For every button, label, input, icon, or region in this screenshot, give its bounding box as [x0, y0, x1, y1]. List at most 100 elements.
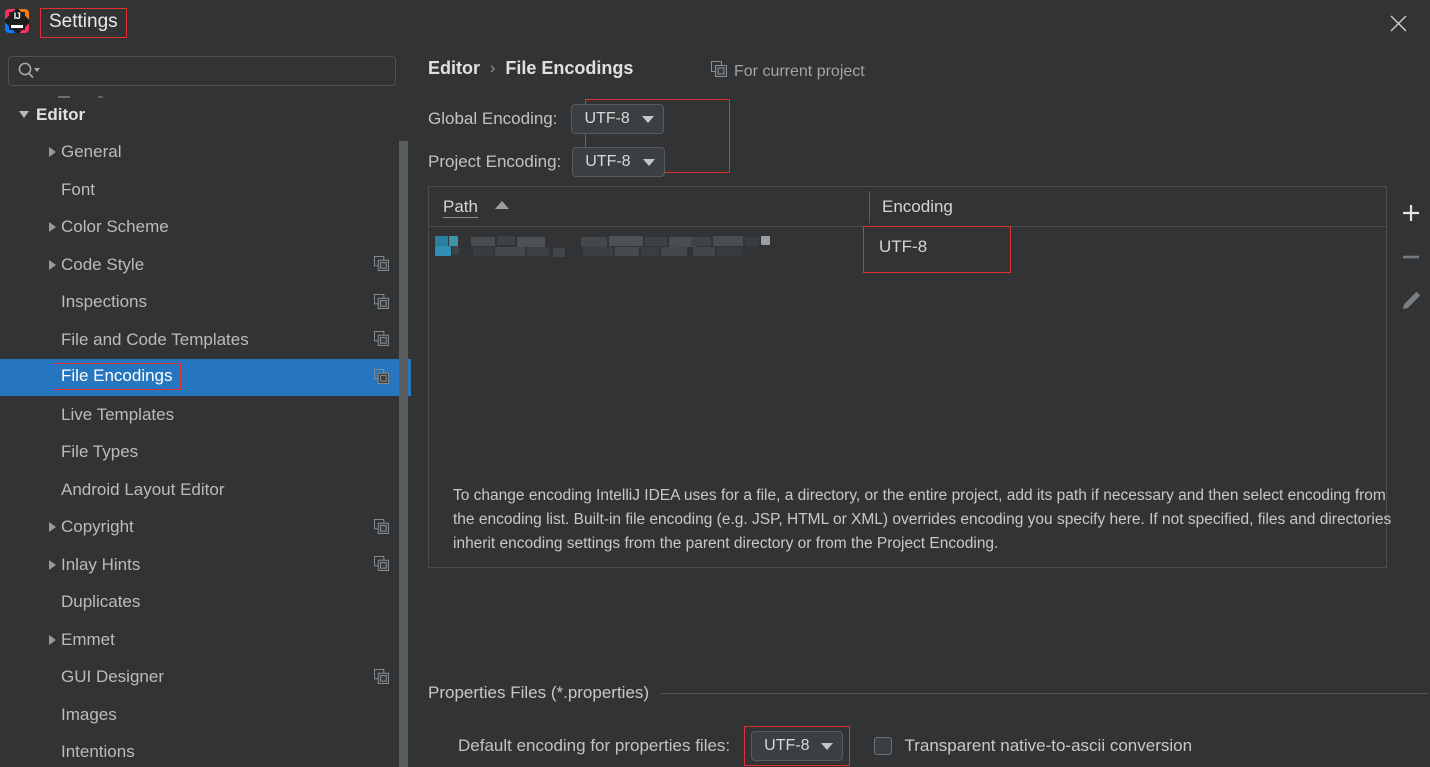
- sidebar-item-file-encodings[interactable]: File Encodings: [0, 358, 411, 396]
- chevron-right-icon[interactable]: [42, 559, 62, 570]
- sidebar-item-editor[interactable]: Editor: [0, 96, 411, 134]
- sidebar-item-gui-designer[interactable]: GUI Designer: [0, 659, 411, 697]
- table-toolbar: [1392, 186, 1430, 346]
- global-encoding-label: Global Encoding:: [428, 109, 558, 128]
- project-encoding-value: UTF-8: [585, 153, 631, 170]
- sidebar-item-label: Intentions: [61, 742, 135, 762]
- sidebar-item-color-scheme[interactable]: Color Scheme: [0, 209, 411, 247]
- chevron-down-icon: [642, 158, 655, 166]
- chevron-down-icon: [641, 115, 654, 123]
- title-bar: IJ Settings: [0, 0, 1430, 46]
- sidebar-item-file-types[interactable]: File Types: [0, 434, 411, 472]
- sidebar-item-label: Images: [61, 704, 117, 724]
- sidebar-item-android-layout-editor[interactable]: Android Layout Editor: [0, 471, 411, 509]
- project-scope-icon: [374, 368, 389, 389]
- settings-tree: Editor General Font Color Scheme Code Style I…: [0, 96, 411, 767]
- edit-path-button[interactable]: [1398, 288, 1424, 314]
- sidebar-item-label: Live Templates: [61, 404, 175, 424]
- breadcrumb-current: File Encodings: [505, 58, 634, 78]
- project-scope-icon: [711, 61, 727, 82]
- properties-section-title: Properties Files (*.properties): [428, 683, 650, 702]
- project-encoding-row: Project Encoding: UTF-8: [428, 147, 665, 177]
- path-cell-redacted: [435, 234, 785, 258]
- sidebar-item-duplicates[interactable]: Duplicates: [0, 584, 411, 622]
- sidebar-item-label: General: [61, 142, 122, 162]
- settings-sidebar: Editor General Font Color Scheme Code Style I…: [0, 46, 411, 767]
- sidebar-item-label: Code Style: [61, 254, 145, 274]
- breadcrumb-parent[interactable]: Editor: [428, 58, 480, 79]
- sort-ascending-icon: [494, 201, 509, 209]
- column-header-encoding[interactable]: Encoding: [882, 197, 953, 217]
- sidebar-item-general[interactable]: General: [0, 134, 411, 172]
- sidebar-item-inlay-hints[interactable]: Inlay Hints: [0, 546, 411, 584]
- sidebar-item-label: Color Scheme: [61, 217, 169, 237]
- remove-path-button[interactable]: [1398, 244, 1424, 270]
- transparent-native-to-ascii-label: Transparent native-to-ascii conversion: [904, 736, 1193, 755]
- scope-indicator: For current project: [711, 61, 865, 82]
- chevron-right-icon[interactable]: [42, 259, 62, 270]
- sidebar-item-label: GUI Designer: [61, 667, 164, 687]
- close-icon[interactable]: [1382, 8, 1414, 38]
- global-encoding-select[interactable]: UTF-8: [571, 104, 664, 134]
- search-icon: [17, 62, 41, 84]
- sidebar-item-label: Inspections: [61, 292, 147, 312]
- global-encoding-row: Global Encoding: UTF-8: [428, 104, 664, 134]
- sidebar-item-label: Inlay Hints: [61, 554, 141, 574]
- chevron-down-icon[interactable]: [14, 111, 34, 119]
- transparent-native-to-ascii-checkbox[interactable]: [874, 737, 893, 755]
- project-scope-icon: [374, 556, 389, 576]
- sidebar-scrollbar[interactable]: [399, 141, 408, 767]
- settings-dialog: IJ Settings Editor General Font Color Sc…: [0, 0, 1430, 767]
- column-header-path[interactable]: Path: [443, 197, 509, 218]
- sidebar-item-copyright[interactable]: Copyright: [0, 509, 411, 547]
- properties-encoding-annotation-box: UTF-8: [744, 726, 851, 766]
- project-encoding-label: Project Encoding:: [428, 152, 562, 171]
- breadcrumb-separator-icon: ›: [490, 59, 496, 77]
- add-path-button[interactable]: [1398, 200, 1424, 226]
- sidebar-item-font[interactable]: Font: [0, 171, 411, 209]
- sidebar-item-file-and-code-templates[interactable]: File and Code Templates: [0, 321, 411, 359]
- intellij-idea-logo-icon: IJ: [5, 9, 29, 33]
- project-scope-icon: [374, 331, 389, 351]
- sidebar-item-label: File Types: [61, 442, 139, 462]
- chevron-right-icon[interactable]: [42, 634, 62, 645]
- project-scope-icon: [374, 256, 389, 276]
- properties-encoding-value: UTF-8: [764, 737, 810, 754]
- table-header: Path Encoding: [429, 187, 1386, 227]
- sidebar-item-live-templates[interactable]: Live Templates: [0, 396, 411, 434]
- sidebar-item-label: Duplicates: [61, 592, 141, 612]
- properties-encoding-select[interactable]: UTF-8: [751, 731, 844, 761]
- section-divider: [661, 692, 1428, 694]
- sidebar-item-label: Emmet: [61, 629, 115, 649]
- sidebar-item-label: Android Layout Editor: [61, 479, 225, 499]
- sidebar-item-label: Editor: [36, 104, 86, 124]
- sidebar-item-images[interactable]: Images: [0, 696, 411, 734]
- project-scope-icon: [374, 668, 389, 689]
- global-encoding-value: UTF-8: [584, 110, 630, 127]
- properties-encoding-label: Default encoding for properties files:: [458, 736, 731, 755]
- encoding-cell-value[interactable]: UTF-8: [879, 237, 927, 257]
- sidebar-item-inspections[interactable]: Inspections: [0, 284, 411, 322]
- window-title: Settings: [40, 8, 127, 38]
- sidebar-item-label: Copyright: [61, 517, 134, 537]
- chevron-right-icon[interactable]: [42, 522, 62, 533]
- sidebar-item-label: Font: [61, 179, 96, 199]
- chevron-right-icon[interactable]: [42, 222, 62, 233]
- chevron-right-icon[interactable]: [42, 147, 62, 158]
- properties-section-header: Properties Files (*.properties): [428, 683, 1428, 703]
- sidebar-item-code-style[interactable]: Code Style: [0, 246, 411, 284]
- properties-encoding-row: Default encoding for properties files: U…: [458, 726, 1192, 766]
- settings-content: Editor › File Encodings For current proj…: [411, 46, 1430, 767]
- sidebar-item-intentions[interactable]: Intentions: [0, 734, 411, 767]
- breadcrumb: Editor › File Encodings: [428, 58, 633, 79]
- scope-label: For current project: [734, 62, 865, 80]
- sidebar-item-label: File and Code Templates: [61, 329, 249, 349]
- project-encoding-select[interactable]: UTF-8: [572, 147, 665, 177]
- chevron-down-icon: [821, 742, 834, 750]
- sidebar-item-emmet[interactable]: Emmet: [0, 621, 411, 659]
- column-divider[interactable]: [869, 191, 870, 223]
- search-input[interactable]: [8, 56, 396, 86]
- project-scope-icon: [374, 293, 389, 314]
- project-scope-icon: [374, 518, 389, 539]
- description-text: To change encoding IntelliJ IDEA uses fo…: [453, 487, 1392, 552]
